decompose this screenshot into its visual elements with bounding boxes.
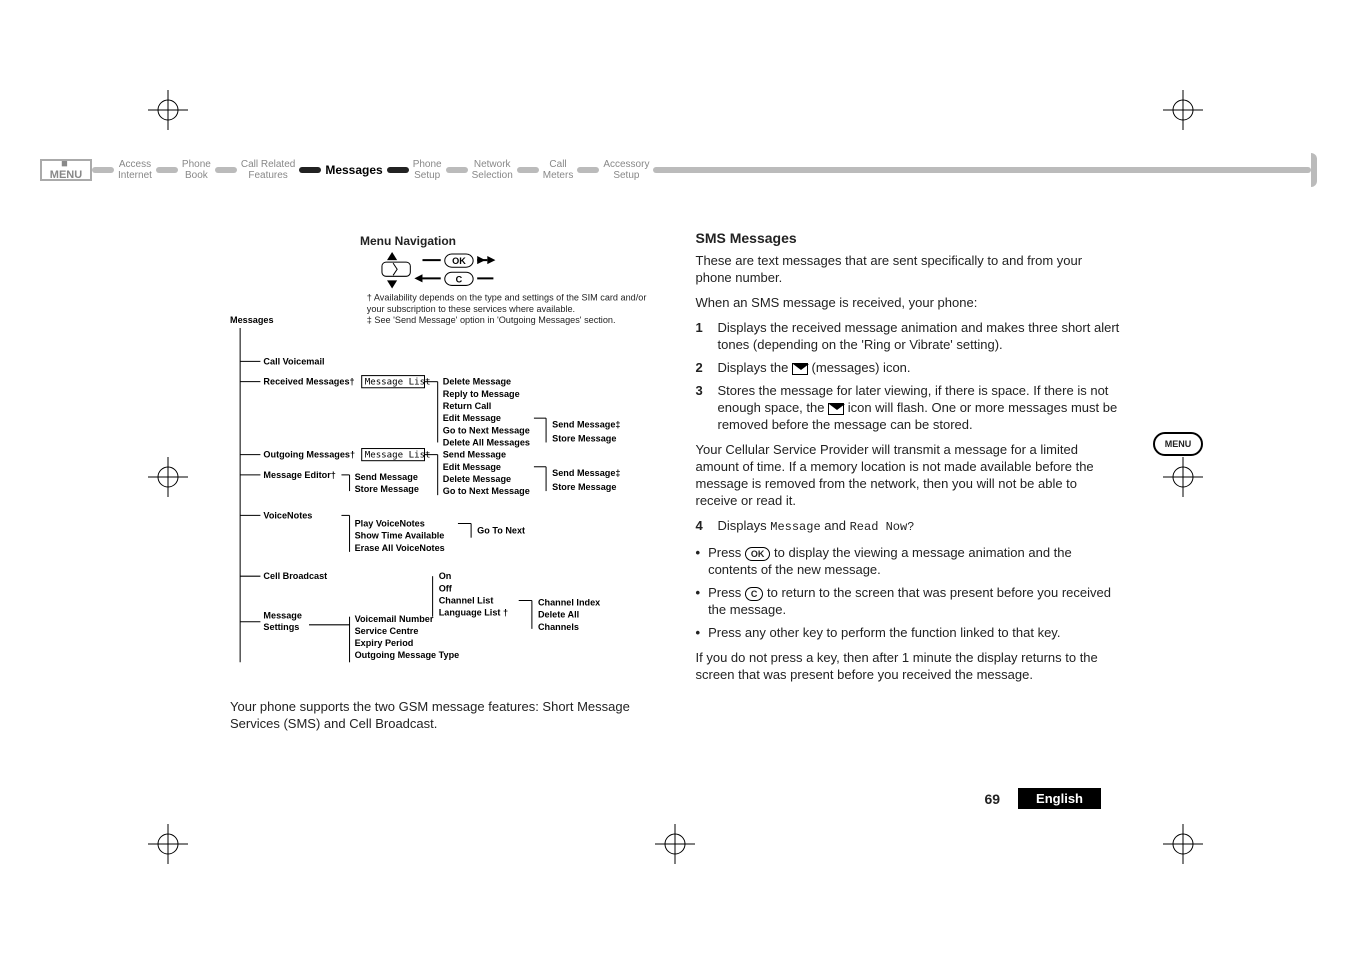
svg-text:Outgoing Message Type: Outgoing Message Type xyxy=(355,650,460,660)
svg-text:Store Message: Store Message xyxy=(355,484,419,494)
svg-text:Call Voicemail: Call Voicemail xyxy=(263,356,324,366)
bullet-c: Press C to return to the screen that was… xyxy=(696,584,1122,618)
svg-text:Return Call: Return Call xyxy=(443,401,492,411)
svg-text:Reply to Message: Reply to Message xyxy=(443,389,520,399)
ok-key-icon: OK xyxy=(745,547,771,561)
svg-text:Channel Index: Channel Index xyxy=(538,598,600,608)
svg-text:Message: Message xyxy=(263,611,301,621)
svg-text:Delete All Messages: Delete All Messages xyxy=(443,437,530,447)
svg-text:Edit Message: Edit Message xyxy=(443,413,501,423)
svg-text:Edit Message: Edit Message xyxy=(443,462,501,472)
svg-text:C: C xyxy=(456,274,463,284)
svg-text:Delete All: Delete All xyxy=(538,610,579,620)
svg-text:Play VoiceNotes: Play VoiceNotes xyxy=(355,519,425,529)
crop-mark xyxy=(148,457,188,497)
step-1: 1Displays the received message animation… xyxy=(696,319,1122,353)
menu-diagram: OK C † Availability depends on the type … xyxy=(230,252,656,692)
svg-text:Go to Next Message: Go to Next Message xyxy=(443,486,530,496)
svg-text:Go To Next: Go To Next xyxy=(477,526,525,536)
nav-item-call-related: Call RelatedFeatures xyxy=(237,159,299,181)
bullet-other: Press any other key to perform the funct… xyxy=(696,624,1122,641)
language-badge: English xyxy=(1018,788,1101,809)
crop-mark xyxy=(1163,457,1203,497)
svg-text:Channel List: Channel List xyxy=(439,596,494,606)
nav-menu-box: ■MENU xyxy=(40,159,92,181)
step-4: 4Displays Message and Read Now? xyxy=(696,517,1122,536)
svg-text:Outgoing Messages†: Outgoing Messages† xyxy=(263,450,355,460)
crop-mark xyxy=(655,824,695,864)
envelope-icon xyxy=(828,403,844,415)
crop-mark xyxy=(1163,90,1203,130)
svg-text:Channels: Channels xyxy=(538,622,579,632)
svg-text:Service Centre: Service Centre xyxy=(355,626,419,636)
c-key-icon: C xyxy=(745,587,764,601)
svg-text:On: On xyxy=(439,571,452,581)
svg-text:Delete Message: Delete Message xyxy=(443,377,511,387)
svg-text:Store Message: Store Message xyxy=(552,482,616,492)
svg-text:OK: OK xyxy=(452,256,466,266)
left-caption: Your phone supports the two GSM message … xyxy=(230,698,656,732)
svg-text:Send Message‡: Send Message‡ xyxy=(552,468,620,478)
svg-text:Language List †: Language List † xyxy=(439,608,508,618)
bullet-ok: Press OK to display the viewing a messag… xyxy=(696,544,1122,578)
nav-item-phone-setup: PhoneSetup xyxy=(409,159,446,181)
envelope-icon xyxy=(792,363,808,375)
svg-text:Store Message: Store Message xyxy=(552,433,616,443)
svg-text:Cell Broadcast: Cell Broadcast xyxy=(263,571,327,581)
intro-para-2: When an SMS message is received, your ph… xyxy=(696,294,1122,311)
svg-text:Go to Next Message: Go to Next Message xyxy=(443,425,530,435)
svg-text:Settings: Settings xyxy=(263,622,299,632)
menu-breadcrumb: ■MENU AccessInternet PhoneBook Call Rela… xyxy=(40,150,1311,190)
provider-note: Your Cellular Service Provider will tran… xyxy=(696,441,1122,509)
tree-root: Messages xyxy=(230,315,274,325)
crop-mark xyxy=(148,90,188,130)
nav-item-network: NetworkSelection xyxy=(468,159,517,181)
diagram-title: Menu Navigation xyxy=(360,234,656,248)
nav-item-phone-book: PhoneBook xyxy=(178,159,215,181)
page-number: 69 xyxy=(984,791,1000,807)
svg-text:Show Time Available: Show Time Available xyxy=(355,531,445,541)
page-footer: 69 English xyxy=(984,788,1101,809)
section-heading: SMS Messages xyxy=(696,230,1122,246)
nav-item-messages: Messages xyxy=(321,165,386,176)
closing-note: If you do not press a key, then after 1 … xyxy=(696,649,1122,683)
intro-para-1: These are text messages that are sent sp… xyxy=(696,252,1122,286)
svg-text:Send Message‡: Send Message‡ xyxy=(552,419,620,429)
nav-item-call-meters: CallMeters xyxy=(539,159,578,181)
step-3: 3Stores the message for later viewing, i… xyxy=(696,382,1122,433)
menu-side-badge: MENU xyxy=(1153,432,1203,456)
svg-text:Voicemail Number: Voicemail Number xyxy=(355,614,434,624)
nav-item-access-internet: AccessInternet xyxy=(114,159,156,181)
svg-text:Delete Message: Delete Message xyxy=(443,474,511,484)
crop-mark xyxy=(148,824,188,864)
svg-text:Send Message: Send Message xyxy=(443,450,506,460)
svg-text:Erase All VoiceNotes: Erase All VoiceNotes xyxy=(355,543,445,553)
svg-text:Received Messages†: Received Messages† xyxy=(263,377,354,387)
svg-text:Message List: Message List xyxy=(365,451,431,461)
left-column: Menu Navigation OK xyxy=(230,230,656,824)
svg-text:Expiry Period: Expiry Period xyxy=(355,638,414,648)
crop-mark xyxy=(1163,824,1203,864)
svg-text:Send Message: Send Message xyxy=(355,472,418,482)
svg-text:Message Editor†: Message Editor† xyxy=(263,470,335,480)
step-2: 2Displays the (messages) icon. xyxy=(696,359,1122,376)
svg-text:VoiceNotes: VoiceNotes xyxy=(263,510,312,520)
svg-text:Off: Off xyxy=(439,583,453,593)
nav-item-accessory: AccessorySetup xyxy=(599,159,653,181)
right-column: SMS Messages These are text messages tha… xyxy=(696,230,1122,824)
svg-text:Message List: Message List xyxy=(365,378,431,388)
